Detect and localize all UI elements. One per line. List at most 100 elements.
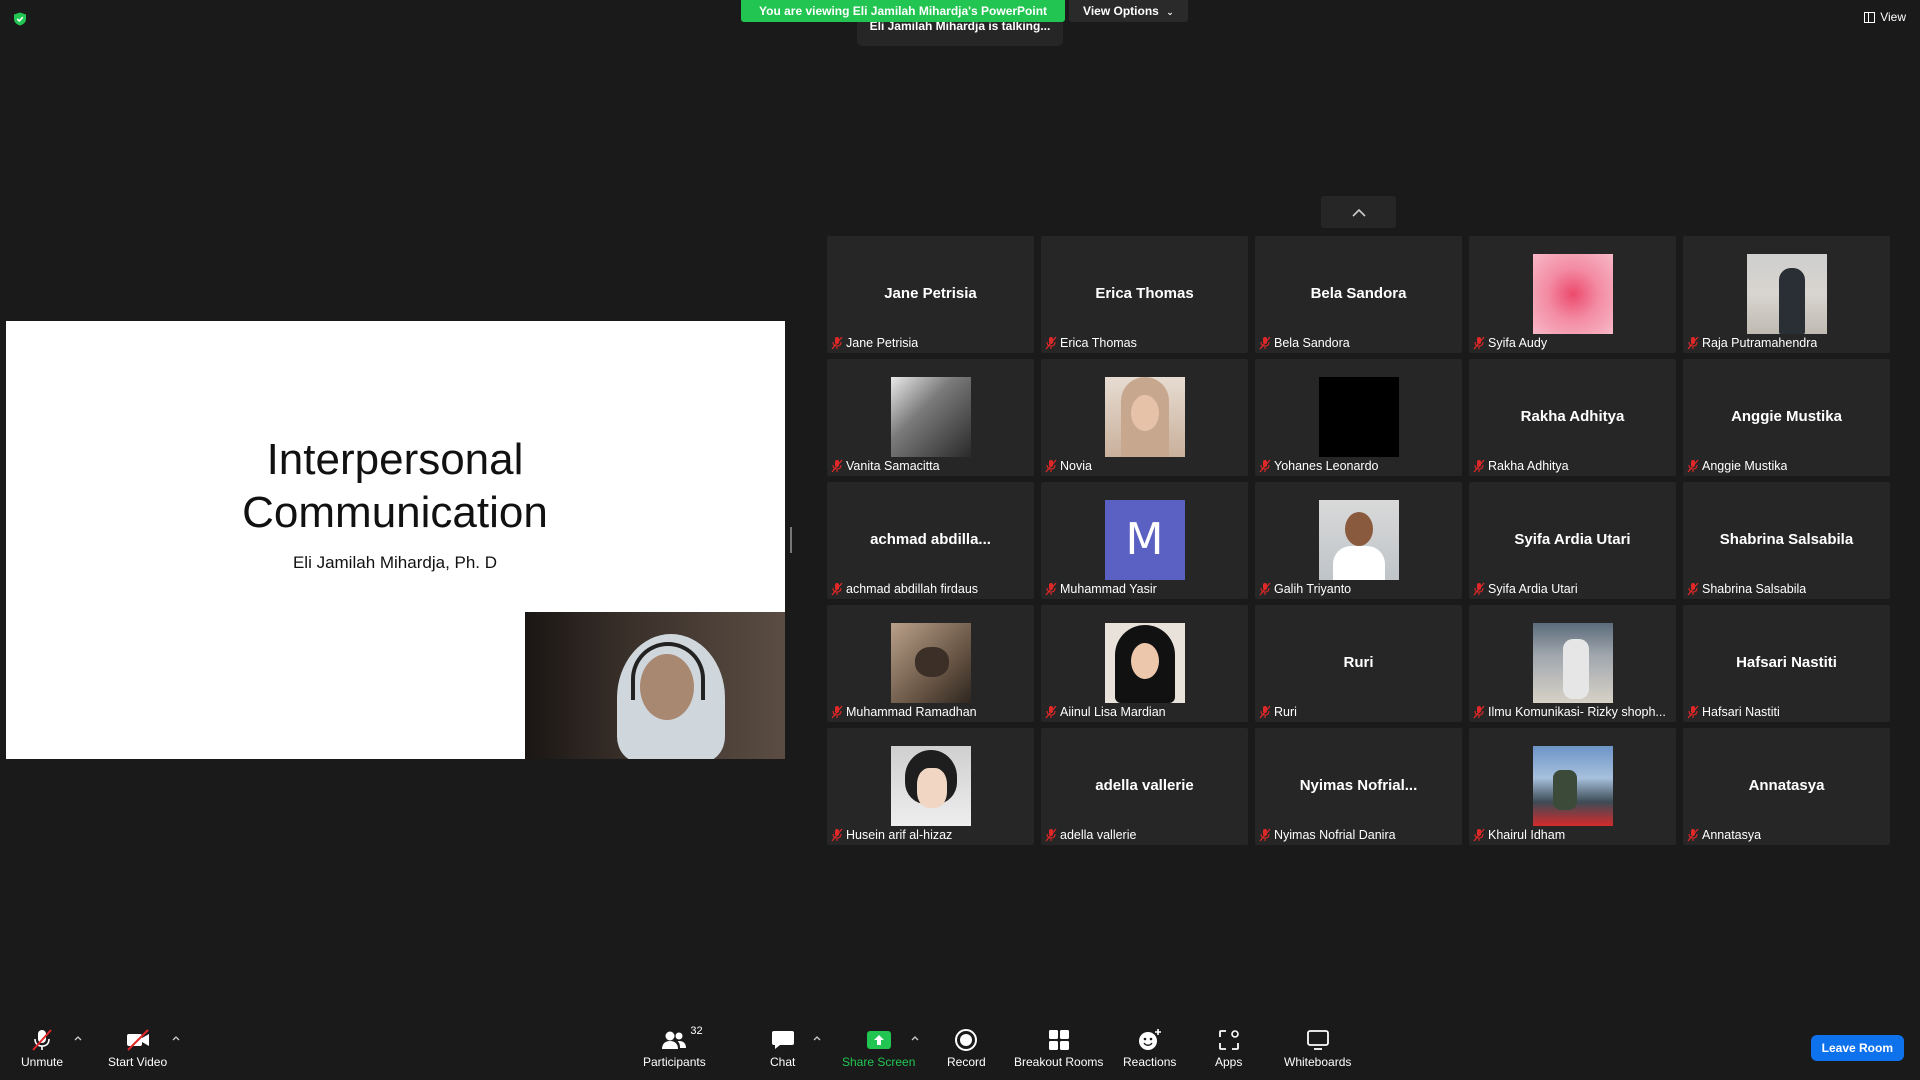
panel-resize-handle[interactable] [790, 527, 792, 553]
breakout-rooms-icon [1048, 1028, 1070, 1052]
participant-tile[interactable]: Jane Petrisia Jane Petrisia [827, 236, 1034, 353]
gallery-collapse-button[interactable] [1321, 196, 1396, 228]
participant-tile[interactable]: Syifa Audy [1469, 236, 1676, 353]
participant-tile[interactable]: Rakha Adhitya Rakha Adhitya [1469, 359, 1676, 476]
participant-tile[interactable]: Galih Triyanto [1255, 482, 1462, 599]
share-screen-button[interactable]: Share Screen [842, 1028, 915, 1069]
whiteboards-label: Whiteboards [1284, 1055, 1352, 1069]
chat-icon [771, 1028, 795, 1052]
leave-room-button[interactable]: Leave Room [1810, 1035, 1904, 1061]
participant-display-name: Nyimas Nofrial... [1299, 776, 1418, 794]
participant-tile[interactable]: Vanita Samacitta [827, 359, 1034, 476]
participant-tile[interactable]: Shabrina Salsabila Shabrina Salsabila [1683, 482, 1890, 599]
participant-name-label: Vanita Samacitta [831, 459, 1030, 473]
participant-tile[interactable]: Syifa Ardia Utari Syifa Ardia Utari [1469, 482, 1676, 599]
participant-name-label: Jane Petrisia [831, 336, 1030, 350]
apps-button[interactable]: Apps [1215, 1028, 1242, 1069]
participant-name: Nyimas Nofrial Danira [1274, 828, 1396, 842]
slide-title: Interpersonal Communication [6, 433, 784, 539]
participant-tile[interactable]: Anggie Mustika Anggie Mustika [1683, 359, 1890, 476]
unmute-label: Unmute [21, 1055, 64, 1069]
start-video-label: Start Video [108, 1055, 168, 1069]
participant-tile[interactable]: Ruri Ruri [1255, 605, 1462, 722]
layout-icon [1864, 11, 1876, 23]
muted-mic-icon [1259, 705, 1271, 719]
participant-tile[interactable]: Husein arif al-hizaz [827, 728, 1034, 845]
record-label: Record [947, 1055, 986, 1069]
participant-gallery: Jane Petrisia Jane Petrisia Erica Thomas Er… [827, 236, 1891, 845]
view-button[interactable]: View [1864, 10, 1906, 24]
video-options-caret-icon[interactable] [171, 1034, 181, 1044]
muted-mic-icon [1045, 459, 1057, 473]
share-banner: You are viewing Eli Jamilah Mihardja's P… [741, 0, 1188, 22]
participant-tile[interactable]: Nyimas Nofrial... Nyimas Nofrial Danira [1255, 728, 1462, 845]
participant-name-label: Annatasya [1687, 828, 1886, 842]
reactions-button[interactable]: Reactions [1123, 1028, 1176, 1069]
muted-mic-icon [831, 828, 843, 842]
participant-tile[interactable]: Raja Putramahendra [1683, 236, 1890, 353]
whiteboards-button[interactable]: Whiteboards [1284, 1028, 1351, 1069]
participant-name: Jane Petrisia [846, 336, 919, 350]
muted-mic-icon [1687, 336, 1699, 350]
chat-options-caret-icon[interactable] [812, 1034, 822, 1044]
chevron-up-icon [1351, 208, 1366, 217]
record-button[interactable]: Record [947, 1028, 986, 1069]
participant-name: Hafsari Nastiti [1702, 705, 1780, 719]
participant-tile[interactable]: Aiinul Lisa Mardian [1041, 605, 1248, 722]
participants-button[interactable]: 32 Participants [643, 1025, 706, 1069]
participant-name: Yohanes Leonardo [1274, 459, 1379, 473]
participant-tile[interactable]: Khairul Idham [1469, 728, 1676, 845]
muted-mic-icon [1259, 336, 1271, 350]
chat-button[interactable]: Chat [770, 1028, 795, 1069]
participant-name-label: Husein arif al-hizaz [831, 828, 1030, 842]
unmute-button[interactable]: Unmute [21, 1028, 63, 1069]
muted-mic-icon [1473, 705, 1485, 719]
viewing-banner: You are viewing Eli Jamilah Mihardja's P… [741, 0, 1066, 22]
participant-tile[interactable]: Yohanes Leonardo [1255, 359, 1462, 476]
view-options-label: View Options [1083, 4, 1159, 18]
participant-name-label: Ruri [1259, 705, 1458, 719]
participant-tile[interactable]: Bela Sandora Bela Sandora [1255, 236, 1462, 353]
share-options-caret-icon[interactable] [910, 1034, 920, 1044]
participant-display-name: Anggie Mustika [1731, 407, 1842, 425]
audio-options-caret-icon[interactable] [73, 1034, 83, 1044]
participant-avatar [890, 377, 971, 457]
view-options-button[interactable]: View Options ⌄ [1069, 0, 1188, 22]
slide-title-line2: Communication [242, 488, 548, 537]
breakout-rooms-button[interactable]: Breakout Rooms [1014, 1028, 1103, 1069]
muted-mic-icon [1045, 828, 1057, 842]
participant-tile[interactable]: Muhammad Ramadhan [827, 605, 1034, 722]
participant-avatar [1104, 377, 1185, 457]
security-shield-icon[interactable] [13, 12, 27, 26]
participant-name-label: Syifa Audy [1473, 336, 1672, 350]
participant-tile[interactable]: adella vallerie adella vallerie [1041, 728, 1248, 845]
share-screen-icon [866, 1028, 892, 1052]
muted-mic-icon [1687, 705, 1699, 719]
participant-tile[interactable]: achmad abdilla... achmad abdillah firdaus [827, 482, 1034, 599]
participant-name: Rakha Adhitya [1488, 459, 1569, 473]
participant-display-name: Syifa Ardia Utari [1514, 530, 1631, 548]
participant-tile[interactable]: Annatasya Annatasya [1683, 728, 1890, 845]
participant-tile[interactable]: Hafsari Nastiti Hafsari Nastiti [1683, 605, 1890, 722]
participant-name-label: Galih Triyanto [1259, 582, 1458, 596]
participant-tile[interactable]: Novia [1041, 359, 1248, 476]
start-video-button[interactable]: Start Video [108, 1028, 167, 1069]
muted-mic-icon [1473, 828, 1485, 842]
participant-tile[interactable]: M Muhammad Yasir [1041, 482, 1248, 599]
participant-name-label: Yohanes Leonardo [1259, 459, 1458, 473]
participant-avatar [1318, 500, 1399, 580]
participants-count: 32 [690, 1025, 703, 1037]
participant-name: Khairul Idham [1488, 828, 1566, 842]
record-icon [954, 1028, 978, 1052]
participant-name: Annatasya [1702, 828, 1762, 842]
participant-avatar [1532, 254, 1613, 334]
muted-mic-icon [1259, 459, 1271, 473]
muted-mic-icon [1045, 705, 1057, 719]
participant-tile[interactable]: Erica Thomas Erica Thomas [1041, 236, 1248, 353]
muted-mic-icon [1687, 459, 1699, 473]
participant-name-label: achmad abdillah firdaus [831, 582, 1030, 596]
participant-tile[interactable]: Ilmu Komunikasi- Rizky shoph... [1469, 605, 1676, 722]
participant-name: Husein arif al-hizaz [846, 828, 953, 842]
participant-name-label: Khairul Idham [1473, 828, 1672, 842]
participant-name: Raja Putramahendra [1702, 336, 1818, 350]
